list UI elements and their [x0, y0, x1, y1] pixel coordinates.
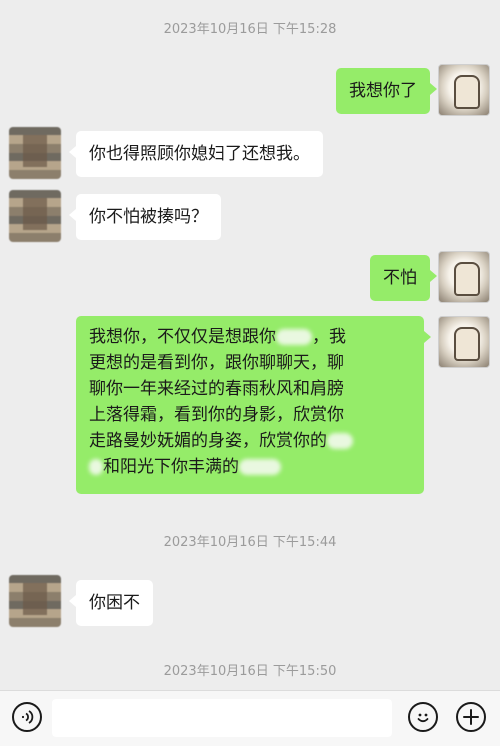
timestamp: 2023年10月16日 下午15:44 [163, 535, 337, 550]
message-text: 不怕 [383, 268, 417, 288]
emoji-icon[interactable] [408, 702, 438, 732]
message-line: 我想你，不仅仅是想跟你 ，我 [89, 327, 346, 347]
message-text: 我想你了 [349, 81, 417, 101]
message-line: 上落得霜，看到你的身影，欣赏你 [89, 405, 344, 425]
message-bubble-received[interactable]: 你不怕被揍吗？ [69, 194, 221, 240]
message-input[interactable] [52, 699, 392, 737]
message-line: 更想的是看到你，跟你聊聊天，聊 [89, 353, 344, 373]
contact-avatar[interactable] [9, 190, 61, 242]
message-bubble-received[interactable]: 你困不 [69, 580, 153, 626]
contact-avatar[interactable] [9, 575, 61, 627]
redaction [327, 433, 353, 449]
emoji-icon-glyph [417, 713, 429, 723]
message-text: 你也得照顾你媳妇了还想我。 [89, 144, 310, 164]
my-avatar[interactable] [438, 64, 490, 116]
redaction [239, 459, 281, 475]
my-avatar[interactable] [438, 251, 490, 303]
plus-icon[interactable] [456, 702, 486, 732]
plus-icon-glyph [463, 709, 479, 725]
timestamp: 2023年10月16日 下午15:50 [163, 664, 337, 679]
message-bubble-received[interactable]: 你也得照顾你媳妇了还想我。 [69, 131, 323, 177]
voice-icon[interactable] [12, 702, 42, 732]
redaction [89, 459, 103, 475]
message-line: 走路曼妙妩媚的身姿，欣赏你的 [89, 428, 411, 454]
redaction [276, 329, 312, 345]
input-toolbar [0, 690, 500, 746]
contact-avatar[interactable] [9, 127, 61, 179]
message-line: 和阳光下你丰满的 [89, 454, 411, 480]
message-bubble-sent[interactable]: 我想你，不仅仅是想跟你 ，我 更想的是看到你，跟你聊聊天，聊 聊你一年来经过的春雨… [76, 316, 431, 494]
message-bubble-sent[interactable]: 我想你了 [336, 68, 437, 114]
message-line: 聊你一年来经过的春雨秋风和肩膀 [89, 379, 344, 399]
timestamp: 2023年10月16日 下午15:28 [163, 22, 337, 37]
voice-icon-glyph [21, 710, 34, 724]
message-text: 你不怕被揍吗？ [89, 207, 208, 227]
message-text: 你困不 [89, 593, 140, 613]
my-avatar[interactable] [438, 316, 490, 368]
message-bubble-sent[interactable]: 不怕 [370, 255, 437, 301]
